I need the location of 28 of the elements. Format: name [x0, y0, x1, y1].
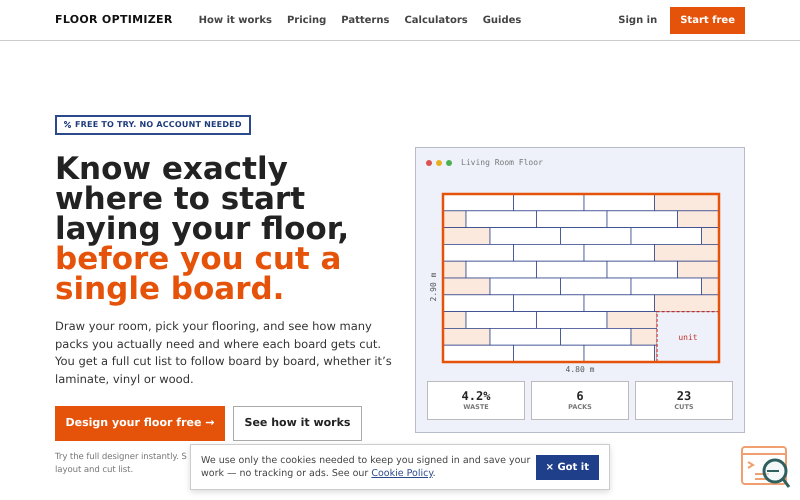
- see-how-button[interactable]: See how it works: [233, 406, 362, 441]
- headline: Know exactly where to start laying your floor,: [55, 154, 350, 244]
- badge-text: FREE TO TRY. NO ACCOUNT NEEDED: [75, 118, 242, 130]
- design-floor-button[interactable]: Design your floor free →: [55, 406, 225, 441]
- nav-link[interactable]: Calculators: [404, 12, 468, 28]
- height-label: 2.90 m: [429, 272, 438, 302]
- got-it-button[interactable]: × Got it: [536, 454, 599, 480]
- stat-value: 6: [576, 388, 584, 403]
- preview-title: Living Room Floor: [461, 157, 543, 169]
- stat-value: 23: [676, 388, 692, 403]
- note-text: Try the full designer instantly. S: [55, 451, 187, 464]
- brand-logo[interactable]: FLOOR OPTIMIZER: [55, 12, 173, 28]
- cookie-notice: We use only the cookies needed to keep you signed in and save your work — no tracking or ads. See our Cookie Policy.: [201, 454, 531, 480]
- percent-icon: [64, 121, 71, 128]
- note-text: layout and cut list.: [55, 464, 134, 477]
- obstacle-label: unit: [678, 332, 698, 342]
- window-controls-icon: [426, 160, 453, 166]
- start-free-button[interactable]: Start free: [670, 6, 745, 34]
- width-label: 4.80 m: [566, 365, 594, 374]
- sign-in-link[interactable]: Sign in: [618, 12, 658, 28]
- nav-link[interactable]: How it works: [198, 12, 272, 28]
- intro-paragraph: Draw your room, pick your flooring, and see how many packs you actually need and where each board gets cut. You get a full cut list to follow board by board, whether it’s laminate, vinyl or wood.: [55, 318, 393, 388]
- code-search-icon: [741, 446, 791, 489]
- stat-value: 4.2%: [462, 388, 490, 403]
- cookie-policy-link[interactable]: Cookie Policy: [371, 468, 433, 479]
- nav-link[interactable]: Guides: [482, 12, 522, 28]
- nav-link[interactable]: Patterns: [341, 12, 390, 28]
- nav-link[interactable]: Pricing: [286, 12, 326, 28]
